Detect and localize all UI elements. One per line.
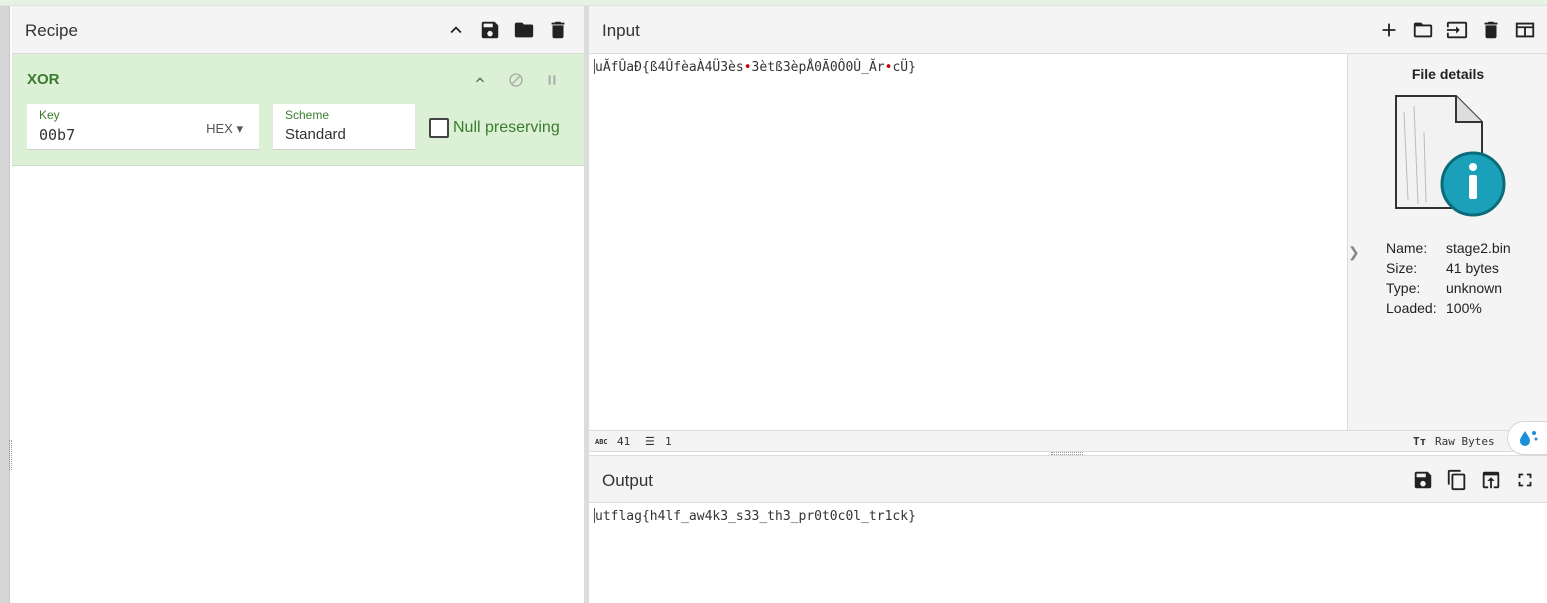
line-count: 1 xyxy=(665,435,672,448)
disable-operation-icon[interactable] xyxy=(504,68,528,92)
clear-input-trash-icon[interactable] xyxy=(1479,18,1503,42)
recipe-resize-handle[interactable] xyxy=(9,440,12,470)
magic-wand-drops-icon[interactable] xyxy=(1507,421,1547,455)
scheme-select[interactable]: Standard xyxy=(285,126,346,143)
input-text[interactable]: uĂfÛaÐ{ß4ÛfèaÀ4Ü3ès•3ètß3èpÅ0Ã0Ô0Û_Ăr•cÜ… xyxy=(594,59,916,75)
file-type-row: Type: unknown xyxy=(1386,280,1502,296)
control-char-dot: • xyxy=(743,60,752,75)
null-preserving-label[interactable]: Null preserving xyxy=(453,119,560,137)
output-text[interactable]: utflag{h4lf_aw4k3_s33_th3_pr0t0c0l_tr1ck… xyxy=(594,508,916,524)
file-details-panel: ❯ File details Name: stage2.bin Size: 41 b… xyxy=(1347,54,1547,430)
file-name-row: Name: stage2.bin xyxy=(1386,240,1511,256)
file-type-label: Type: xyxy=(1386,280,1421,296)
operation-controls xyxy=(468,68,564,92)
line-count-icon: ☰ xyxy=(645,435,655,448)
output-header-actions xyxy=(1411,468,1537,492)
char-count-abc-icon: ABC xyxy=(595,438,608,446)
collapse-details-chevron-icon[interactable]: ❯ xyxy=(1348,244,1360,268)
file-size-row: Size: 41 bytes xyxy=(1386,260,1499,276)
pause-breakpoint-icon[interactable] xyxy=(540,68,564,92)
open-file-input-icon[interactable] xyxy=(1445,18,1469,42)
key-label: Key xyxy=(39,108,60,122)
output-value: utflag{h4lf_aw4k3_s33_th3_pr0t0c0l_tr1ck… xyxy=(595,509,916,524)
file-name-label: Name: xyxy=(1386,240,1428,256)
collapse-chevron-icon[interactable] xyxy=(468,68,492,92)
chevron-up-icon[interactable] xyxy=(444,18,468,42)
input-text-part2: 3ètß3èpÅ0Ã0Ô0Û_Ăr xyxy=(751,60,885,75)
input-title: Input xyxy=(602,21,640,40)
file-details-title: File details xyxy=(1411,66,1485,82)
recipe-panel: Recipe XOR Key 00b7 HEX ▾ Scheme Standar… xyxy=(12,6,586,603)
operation-name: XOR xyxy=(27,71,60,88)
key-format-value: HEX xyxy=(206,121,233,136)
file-loaded-label: Loaded: xyxy=(1386,300,1437,316)
maximize-output-icon[interactable] xyxy=(1513,468,1537,492)
dropdown-caret-icon: ▾ xyxy=(236,121,243,136)
file-type-value: unknown xyxy=(1446,280,1503,296)
encoding-value[interactable]: Raw Bytes xyxy=(1435,435,1495,448)
replace-input-with-output-icon[interactable] xyxy=(1479,468,1503,492)
file-size-label: Size: xyxy=(1386,260,1418,276)
file-name-value: stage2.bin xyxy=(1446,240,1511,256)
clear-recipe-trash-icon[interactable] xyxy=(546,18,570,42)
copy-output-icon[interactable] xyxy=(1445,468,1469,492)
output-header: Output xyxy=(589,455,1547,503)
file-loaded-row: Loaded: 100% xyxy=(1386,300,1482,316)
file-info-icon xyxy=(1395,95,1506,217)
recipe-title: Recipe xyxy=(25,21,78,40)
input-text-part3: cÜ} xyxy=(892,60,916,75)
null-preserving-checkbox[interactable] xyxy=(429,118,449,138)
layout-toggle-icon[interactable] xyxy=(1513,18,1537,42)
recipe-header: Recipe xyxy=(12,6,584,54)
scheme-label: Scheme xyxy=(285,108,330,122)
save-recipe-icon[interactable] xyxy=(478,18,502,42)
key-field[interactable]: Key 00b7 HEX ▾ xyxy=(27,104,259,150)
file-loaded-value: 100% xyxy=(1446,300,1482,316)
save-output-icon[interactable] xyxy=(1411,468,1435,492)
add-tab-plus-icon[interactable] xyxy=(1377,18,1401,42)
input-text-area[interactable]: uĂfÛaÐ{ß4ÛfèaÀ4Ü3ès•3ètß3èpÅ0Ã0Ô0Û_Ăr•cÜ… xyxy=(589,54,1347,430)
key-input[interactable]: 00b7 xyxy=(39,126,75,144)
char-count: 41 xyxy=(617,435,631,448)
key-format-dropdown[interactable]: HEX ▾ xyxy=(206,121,243,137)
text-encoding-icon[interactable]: Tт xyxy=(1413,435,1426,448)
input-status-bar: ABC 41 ☰ 1 Tт Raw Bytes xyxy=(589,430,1547,452)
load-recipe-folder-icon[interactable] xyxy=(512,18,536,42)
recipe-header-actions xyxy=(444,18,570,42)
output-title: Output xyxy=(602,471,654,490)
input-header: Input xyxy=(589,6,1547,54)
open-folder-icon[interactable] xyxy=(1411,18,1435,42)
input-header-actions xyxy=(1377,18,1537,42)
input-text-part1: uĂfÛaÐ{ß4ÛfèaÀ4Ü3ès xyxy=(595,60,744,75)
scheme-field[interactable]: Scheme Standard xyxy=(273,104,415,150)
output-text-area[interactable]: utflag{h4lf_aw4k3_s33_th3_pr0t0c0l_tr1ck… xyxy=(589,503,1547,603)
file-size-value: 41 bytes xyxy=(1446,260,1499,276)
left-edge-bar xyxy=(0,6,10,603)
